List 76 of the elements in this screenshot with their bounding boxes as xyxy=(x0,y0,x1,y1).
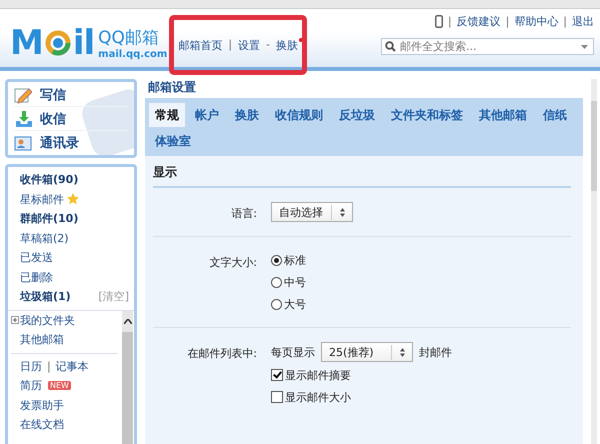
header-link[interactable]: 反馈建议 xyxy=(456,14,501,29)
separator: | xyxy=(446,15,453,28)
settings-tab[interactable]: 信纸 xyxy=(537,103,573,127)
dropdown[interactable]: 自动选择 xyxy=(271,202,353,222)
scrollbar[interactable] xyxy=(591,79,597,444)
folder-link[interactable]: 收件箱(90) xyxy=(20,172,78,188)
nav-link[interactable]: 换肤 xyxy=(276,38,298,53)
section-title: 显示 xyxy=(153,164,571,188)
phone-icon xyxy=(434,15,443,28)
settings-tab[interactable]: 常规 xyxy=(149,103,185,127)
checkbox[interactable] xyxy=(271,369,283,381)
header-link[interactable]: 帮助中心 xyxy=(514,14,558,29)
sidebar-action[interactable]: 收信 xyxy=(14,107,128,131)
sidebar-action[interactable]: 通讯录 xyxy=(14,131,128,154)
radio-button[interactable] xyxy=(271,254,282,266)
nav-link[interactable]: 设置 xyxy=(238,38,260,53)
dropdown-caret-icon xyxy=(581,45,588,49)
scrollbar[interactable] xyxy=(122,310,133,444)
page-title: 邮箱设置 xyxy=(147,79,197,96)
updown-arrows-icon xyxy=(400,348,405,356)
separator: | xyxy=(46,360,52,373)
option-label[interactable]: 大号 xyxy=(284,296,306,312)
radio-button[interactable] xyxy=(271,276,282,288)
pencil-note-icon xyxy=(14,86,32,104)
folder-link[interactable]: 垃圾箱(1) xyxy=(20,289,71,304)
settings-tab[interactable]: 其他邮箱 xyxy=(473,103,533,127)
setting-text: 每页显示 xyxy=(271,344,315,360)
dropdown[interactable]: 25(推荐) xyxy=(321,342,413,362)
tool-link[interactable]: 简历 xyxy=(20,378,42,394)
tool-link[interactable]: 在线文档 xyxy=(20,417,64,432)
separator: - xyxy=(265,38,272,51)
folder-link[interactable]: 草稿箱(2) xyxy=(20,230,69,246)
separator: | xyxy=(504,15,510,28)
folder-link[interactable]: 已删除 xyxy=(20,270,53,285)
header-link[interactable]: 退出 xyxy=(572,14,594,29)
search-field[interactable]: 邮件全文搜索... xyxy=(381,38,594,55)
settings-tab[interactable]: 文件夹和标签 xyxy=(385,103,469,127)
option-label[interactable]: 标准 xyxy=(284,252,306,268)
ring-logo-icon xyxy=(44,29,72,57)
scroll-up-icon xyxy=(124,318,132,324)
logo-title: QQ邮箱 xyxy=(98,27,160,49)
tool-link[interactable]: 日历 xyxy=(20,358,42,374)
setting-text: 封邮件 xyxy=(419,344,452,360)
settings-tab[interactable]: 反垃圾 xyxy=(333,103,381,127)
settings-tab[interactable]: 换肤 xyxy=(229,103,265,127)
setting-label: 文字大小: xyxy=(208,255,258,271)
inbox-download-icon xyxy=(14,110,32,128)
updown-arrows-icon xyxy=(340,208,345,216)
scroll-thumb[interactable] xyxy=(591,101,597,191)
settings-tab[interactable]: 收信规则 xyxy=(269,103,329,127)
radio-button[interactable] xyxy=(271,298,282,310)
nav-link[interactable]: 邮箱首页 xyxy=(178,38,222,53)
tool-link[interactable]: 记事本 xyxy=(56,358,89,374)
separator: | xyxy=(562,15,568,28)
new-badge: NEW xyxy=(48,381,71,390)
tool-link[interactable]: 发票助手 xyxy=(20,398,64,413)
logo-url: mail.qq.com xyxy=(98,49,168,60)
logo-letters: il xyxy=(72,26,94,60)
contact-card-icon xyxy=(14,134,32,152)
folder-link[interactable]: 其他邮箱 xyxy=(20,332,64,348)
folder-link[interactable]: 群邮件(10) xyxy=(20,211,78,226)
settings-tab[interactable]: 帐户 xyxy=(189,103,225,127)
sidebar-action[interactable]: 写信 xyxy=(14,83,128,107)
option-label[interactable]: 显示邮件摘要 xyxy=(285,368,351,382)
settings-tab[interactable]: 体验室 xyxy=(149,129,197,153)
checkbox[interactable] xyxy=(271,391,283,403)
separator: | xyxy=(227,38,234,51)
setting-label: 在邮件列表中: xyxy=(186,346,258,362)
folder-link[interactable]: 我的文件夹 xyxy=(20,312,75,328)
option-label[interactable]: 显示邮件大小 xyxy=(285,390,351,404)
logo-letters: M xyxy=(10,26,43,60)
folder-link[interactable]: 已发送 xyxy=(20,250,53,266)
scroll-thumb[interactable] xyxy=(122,332,133,444)
setting-label: 语言: xyxy=(230,206,258,222)
folder-link[interactable]: 星标邮件 xyxy=(20,192,64,207)
option-label[interactable]: 中号 xyxy=(284,274,306,290)
